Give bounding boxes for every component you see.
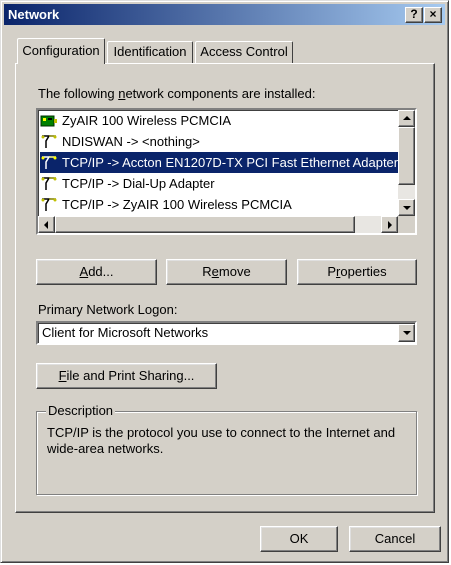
remove-button[interactable]: Remove	[166, 259, 287, 285]
primary-logon-value: Client for Microsoft Networks	[42, 325, 209, 340]
list-item[interactable]: TCP/IP -> ZyAIR 100 Wireless PCMCIA	[40, 194, 399, 215]
ok-button[interactable]: OK	[260, 526, 338, 552]
scroll-up-button[interactable]	[398, 110, 415, 127]
horizontal-scroll-thumb[interactable]	[55, 216, 355, 233]
list-item[interactable]: NDISWAN -> <nothing>	[40, 131, 399, 152]
components-list[interactable]: ZyAIR 100 Wireless PCMCIA NDISWAN -> <no…	[36, 108, 417, 235]
arrow-down-icon	[403, 206, 411, 210]
protocol-icon	[41, 198, 57, 211]
description-title: Description	[46, 403, 116, 418]
primary-logon-select[interactable]: Client for Microsoft Networks	[36, 321, 417, 345]
properties-button[interactable]: Properties	[297, 259, 417, 285]
description-group: Description TCP/IP is the protocol you u…	[36, 403, 417, 495]
close-button[interactable]: ×	[424, 7, 442, 23]
tab-identification[interactable]: Identification	[107, 41, 193, 63]
network-adapter-icon	[40, 115, 57, 127]
file-print-sharing-button[interactable]: File and Print Sharing...	[36, 363, 217, 389]
tab-configuration[interactable]: Configuration	[17, 38, 105, 64]
network-dialog: Network ? × Configuration Identification…	[0, 0, 449, 563]
tab-access-control[interactable]: Access Control	[195, 41, 293, 63]
scroll-left-button[interactable]	[38, 216, 55, 233]
scroll-down-button[interactable]	[398, 199, 415, 216]
list-item[interactable]: ZyAIR 100 Wireless PCMCIA	[40, 110, 399, 131]
protocol-icon	[41, 177, 57, 190]
help-button[interactable]: ?	[405, 7, 423, 23]
scroll-corner	[398, 216, 415, 233]
arrow-up-icon	[403, 116, 411, 120]
cancel-button[interactable]: Cancel	[349, 526, 441, 552]
scroll-right-button[interactable]	[381, 216, 398, 233]
dropdown-button[interactable]	[398, 324, 415, 342]
vertical-scroll-thumb[interactable]	[398, 127, 415, 185]
chevron-down-icon	[403, 331, 411, 335]
add-button[interactable]: Add...	[36, 259, 157, 285]
protocol-icon	[41, 156, 57, 169]
arrow-right-icon	[388, 221, 392, 229]
arrow-left-icon	[44, 221, 48, 229]
title-bar[interactable]: Network ? ×	[4, 4, 445, 25]
list-item[interactable]: TCP/IP -> Dial-Up Adapter	[40, 173, 399, 194]
description-text: TCP/IP is the protocol you use to connec…	[47, 425, 396, 456]
window-title: Network	[8, 7, 60, 22]
components-heading: The following network components are ins…	[38, 86, 316, 101]
primary-logon-label: Primary Network Logon:	[38, 302, 178, 317]
list-item-selected[interactable]: TCP/IP -> Accton EN1207D-TX PCI Fast Eth…	[40, 152, 399, 173]
protocol-icon	[41, 135, 57, 148]
